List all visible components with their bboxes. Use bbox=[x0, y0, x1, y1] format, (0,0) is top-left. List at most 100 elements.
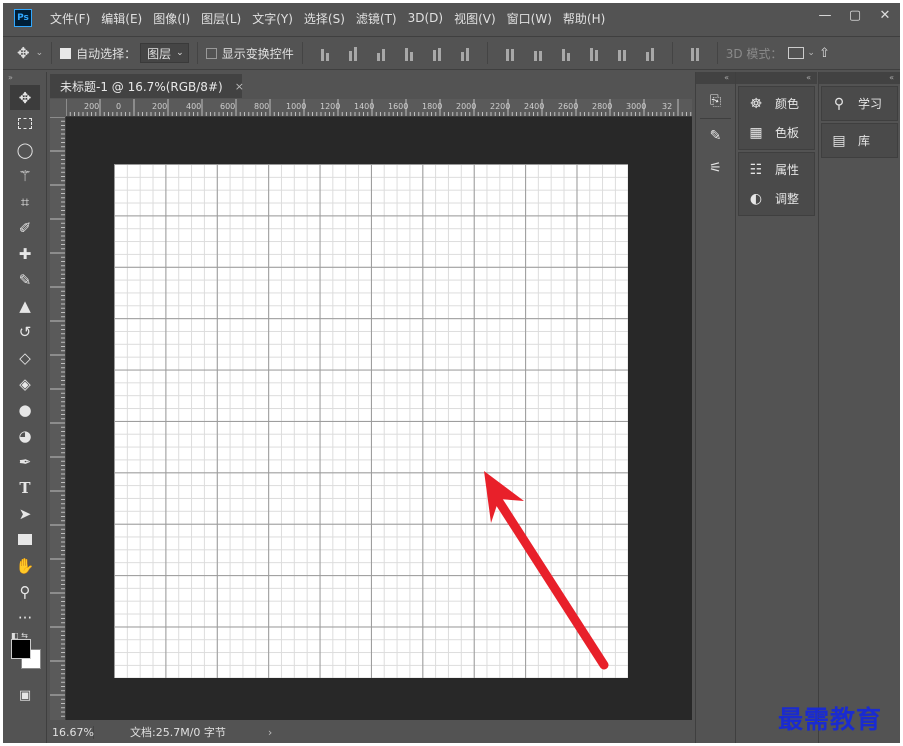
close-tab-icon[interactable]: × bbox=[235, 80, 244, 93]
3d-mode-label: 3D 模式： bbox=[725, 46, 783, 61]
brush-settings-icon[interactable]: ✎ bbox=[701, 121, 731, 151]
history-panel-icon[interactable]: ⎘ bbox=[701, 86, 731, 116]
healing-brush-icon[interactable]: ✚ bbox=[10, 241, 40, 266]
tool-presets-icon[interactable]: ⚟ bbox=[701, 153, 731, 183]
menu-select[interactable]: 选择(S) bbox=[304, 10, 345, 27]
quick-mask-icon[interactable]: ▣ bbox=[10, 683, 40, 708]
rectangle-icon[interactable] bbox=[10, 527, 40, 552]
swatches-panel-tab[interactable]: ▦ 色板 bbox=[739, 118, 814, 147]
restore-button[interactable]: ▢ bbox=[840, 3, 870, 27]
ps-logo-icon: Ps bbox=[14, 9, 32, 27]
divider bbox=[301, 42, 303, 64]
more-tools-icon[interactable]: ··· bbox=[10, 605, 40, 630]
menu-filter[interactable]: 滤镜(T) bbox=[356, 10, 397, 27]
ruler-label: 1600 bbox=[388, 102, 409, 111]
lightbulb-icon: ⚲ bbox=[833, 95, 845, 112]
menu-bar: Ps 文件(F) 编辑(E) 图像(I) 图层(L) 文字(Y) 选择(S) 滤… bbox=[3, 3, 900, 33]
distribute-vcenter-icon[interactable] bbox=[529, 45, 547, 61]
pen-icon[interactable]: ✒ bbox=[10, 449, 40, 474]
distribute-bottom-icon[interactable] bbox=[557, 45, 575, 61]
path-select-icon[interactable]: ➤ bbox=[10, 501, 40, 526]
adjustments-panel-tab[interactable]: ◐ 调整 bbox=[739, 184, 814, 213]
document-tab[interactable]: 未标题-1 @ 16.7%(RGB/8#) × bbox=[50, 74, 244, 98]
move-icon[interactable]: ✥ bbox=[10, 85, 40, 110]
auto-align-icon[interactable] bbox=[686, 45, 704, 61]
zoom-icon[interactable]: ⚲ bbox=[10, 579, 40, 604]
align-hcenter-icon[interactable] bbox=[428, 45, 446, 61]
menu-3d[interactable]: 3D(D) bbox=[408, 11, 443, 25]
ruler-label: 1200 bbox=[320, 102, 341, 111]
3d-mode-icon[interactable] bbox=[788, 47, 805, 59]
menu-window[interactable]: 窗口(W) bbox=[507, 10, 552, 27]
crop-icon[interactable]: ⌗ bbox=[10, 189, 40, 214]
swatches-panel-label: 色板 bbox=[775, 126, 800, 140]
close-button[interactable]: ✕ bbox=[870, 3, 900, 27]
menu-file[interactable]: 文件(F) bbox=[50, 10, 90, 27]
dodge-icon[interactable]: ◕ bbox=[10, 423, 40, 448]
align-top-icon[interactable] bbox=[316, 45, 334, 61]
collapse-toolbar-icon[interactable]: » bbox=[3, 72, 46, 84]
show-transform-checkbox[interactable] bbox=[205, 47, 217, 59]
eyedropper-icon[interactable]: ✐ bbox=[10, 215, 40, 240]
status-more-icon[interactable]: › bbox=[268, 726, 272, 739]
brush-icon[interactable]: ✎ bbox=[10, 267, 40, 292]
divider bbox=[51, 42, 53, 64]
document-canvas-grid[interactable] bbox=[114, 164, 628, 678]
minimize-button[interactable]: — bbox=[810, 3, 840, 27]
stamp-icon[interactable]: ▲ bbox=[10, 293, 40, 318]
collapse-panels-icon[interactable]: « bbox=[819, 72, 900, 84]
distribute-left-icon[interactable] bbox=[585, 45, 603, 61]
align-right-icon[interactable] bbox=[456, 45, 474, 61]
color-panel-group: ☸ 颜色 ▦ 色板 bbox=[738, 86, 815, 150]
align-left-icon[interactable] bbox=[400, 45, 418, 61]
tool-preset-chevron-icon[interactable]: ⌄ bbox=[36, 48, 44, 58]
color-panel-label: 颜色 bbox=[775, 97, 800, 111]
type-icon[interactable]: T bbox=[10, 475, 40, 500]
properties-panel-label: 属性 bbox=[775, 163, 800, 177]
pasteboard[interactable] bbox=[66, 117, 692, 720]
collapse-panels-icon[interactable]: « bbox=[696, 72, 735, 84]
ruler-label: 3000 bbox=[626, 102, 647, 111]
vertical-ruler[interactable] bbox=[50, 117, 66, 720]
distribute-right-icon[interactable] bbox=[641, 45, 659, 61]
learn-panel-tab[interactable]: ⚲ 学习 bbox=[822, 89, 897, 118]
marquee-icon[interactable] bbox=[10, 111, 40, 136]
move-tool-icon[interactable]: ✥ bbox=[17, 44, 30, 62]
align-vcenter-icon[interactable] bbox=[344, 45, 362, 61]
align-bottom-icon[interactable] bbox=[372, 45, 390, 61]
zoom-level[interactable]: 16.67% bbox=[50, 725, 94, 739]
distribute-top-icon[interactable] bbox=[501, 45, 519, 61]
menu-type[interactable]: 文字(Y) bbox=[252, 10, 293, 27]
chevron-down-icon: ⌄ bbox=[176, 48, 184, 58]
eraser-icon[interactable]: ◇ bbox=[10, 345, 40, 370]
history-brush-icon[interactable]: ↺ bbox=[10, 319, 40, 344]
ruler-label: 2600 bbox=[558, 102, 579, 111]
foreground-color-swatch[interactable] bbox=[11, 639, 31, 659]
auto-select-checkbox[interactable] bbox=[60, 47, 72, 59]
auto-select-target-dropdown[interactable]: 图层 ⌄ bbox=[140, 43, 189, 63]
chevron-down-icon[interactable]: ⌄ bbox=[807, 48, 815, 58]
menu-layer[interactable]: 图层(L) bbox=[201, 10, 241, 27]
menu-edit[interactable]: 编辑(E) bbox=[101, 10, 142, 27]
menu-image[interactable]: 图像(I) bbox=[153, 10, 190, 27]
ruler-origin[interactable] bbox=[50, 99, 66, 117]
color-panel-tab[interactable]: ☸ 颜色 bbox=[739, 89, 814, 118]
collapse-panels-icon[interactable]: « bbox=[736, 72, 817, 84]
hand-icon[interactable]: ✋ bbox=[10, 553, 40, 578]
lasso-icon[interactable]: ◯ bbox=[10, 137, 40, 162]
paint-bucket-icon[interactable]: ◈ bbox=[10, 371, 40, 396]
ruler-label: 1000 bbox=[286, 102, 307, 111]
horizontal-ruler[interactable]: 200 0 200 400 600 800 1000 1200 1400 160… bbox=[66, 99, 692, 117]
libraries-panel-tab[interactable]: ▤ 库 bbox=[822, 126, 897, 155]
distribute-hcenter-icon[interactable] bbox=[613, 45, 631, 61]
menu-view[interactable]: 视图(V) bbox=[454, 10, 496, 27]
learn-panel-group: ⚲ 学习 bbox=[821, 86, 898, 121]
ruler-label: 2000 bbox=[456, 102, 477, 111]
properties-panel-tab[interactable]: ☷ 属性 bbox=[739, 155, 814, 184]
share-icon[interactable]: ⇧ bbox=[819, 46, 830, 61]
menu-help[interactable]: 帮助(H) bbox=[563, 10, 605, 27]
blur-icon[interactable]: ● bbox=[10, 397, 40, 422]
divider bbox=[700, 118, 731, 119]
document-info: 文档:25.7M/0 字节 bbox=[130, 726, 226, 739]
magic-wand-icon[interactable]: ⚚ bbox=[10, 163, 40, 188]
